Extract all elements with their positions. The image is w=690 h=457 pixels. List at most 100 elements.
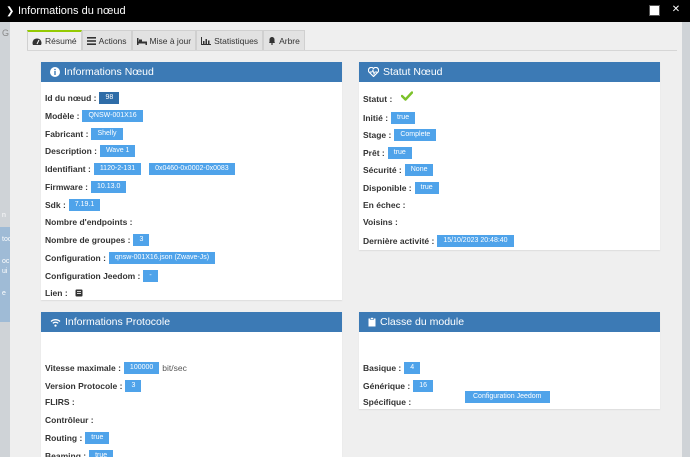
background-page: G n toc oc ui e	[0, 22, 11, 457]
field-label: Routing :	[45, 433, 83, 444]
field-label: Id du nœud :	[45, 93, 97, 103]
chevron-right-icon[interactable]: ❯	[6, 6, 16, 17]
info-row-lien: Lien :	[45, 288, 83, 298]
value-badge: 10.13.0	[91, 181, 127, 193]
value-badge: 3	[133, 234, 150, 247]
tab-tree[interactable]: Arbre	[263, 30, 305, 50]
info-row-nombre-de-groupes: Nombre de groupes :3	[45, 234, 150, 247]
field-label: Spécifique :	[363, 397, 412, 408]
jeedom-config-button[interactable]: Configuration Jeedom	[465, 391, 550, 403]
info-row-initie: Initié : true	[363, 111, 416, 124]
tab-divider	[27, 50, 677, 51]
tab-statistics[interactable]: Statistiques	[196, 30, 264, 50]
field-label: Statut :	[363, 94, 393, 104]
bed-icon	[136, 37, 147, 45]
backdrop-letter: n	[2, 212, 6, 219]
value-badge: 15/10/2023 20:48:40	[437, 234, 514, 247]
panel-title: Classe du module	[380, 316, 465, 328]
tab-label: Statistiques	[214, 35, 259, 46]
tab-label: Actions	[98, 35, 127, 46]
info-row-voisins: Voisins :	[363, 217, 398, 227]
value-badge: QNSW-001X16	[82, 109, 143, 122]
value-badge: 4	[404, 362, 421, 374]
field-label: En échec :	[363, 199, 406, 210]
field-label: Configuration :	[45, 253, 106, 264]
info-row-id-du-n-ud: Id du nœud :98	[45, 92, 120, 104]
background-page-right	[682, 22, 690, 457]
protocol-panel: Informations Protocole Vitesse maximale …	[41, 312, 342, 457]
panel-header: Classe du module	[359, 312, 660, 332]
field-label: Sdk :	[45, 199, 66, 210]
backdrop-letter: G	[2, 28, 10, 38]
node-info-modal: Résumé Actions Mise à jour Statistiques …	[10, 22, 682, 457]
field-label: Fabricant :	[45, 128, 89, 139]
field-label: Beaming :	[45, 451, 87, 457]
info-row-identifiant: Identifiant :1120-2-131 0x0460-0x0002-0x0…	[45, 163, 235, 176]
book-icon[interactable]	[75, 289, 83, 297]
field-label: Version Protocole :	[45, 380, 123, 391]
bar-chart-icon	[201, 36, 212, 45]
field-label: Configuration Jeedom :	[45, 271, 141, 281]
panel-header: Statut Nœud	[359, 62, 660, 82]
maximize-button[interactable]	[649, 5, 660, 16]
info-row-vitesse-maximale: Vitesse maximale :100000 bit/sec	[45, 362, 187, 374]
tab-resume[interactable]: Résumé	[27, 30, 82, 50]
value-badge: Shelly	[91, 127, 123, 140]
field-label: Contrôleur :	[45, 414, 94, 425]
field-label: Stage :	[363, 130, 392, 141]
info-row-modele: Modèle : QNSW-001X16	[45, 109, 143, 122]
field-label: Générique :	[363, 380, 411, 391]
info-row-stage: Stage : Complete	[363, 129, 437, 142]
clipboard-icon	[368, 317, 376, 327]
info-row-statut: Statut :	[363, 94, 392, 104]
value-badge: 1120-2-131	[93, 163, 142, 176]
field-label: Prêt :	[363, 147, 385, 158]
info-row-derniere-activite: Dernière activité :15/10/2023 20:48:40	[363, 234, 514, 247]
value-badge: 98	[99, 92, 120, 104]
node-info-panel: Informations Nœud Id du nœud :98 Modèle :…	[41, 62, 342, 300]
unit-label: bit/sec	[162, 363, 187, 373]
tab-update[interactable]: Mise à jour	[131, 30, 197, 50]
info-row-basique: Basique :4	[363, 362, 421, 374]
info-row-disponible: Disponible : true	[363, 182, 439, 194]
tab-bar: Résumé Actions Mise à jour Statistiques …	[27, 30, 305, 50]
value-badge: qnsw-001X16.json (Zwave-Js)	[108, 252, 216, 265]
bell-icon	[269, 37, 276, 45]
field-label: Basique :	[363, 363, 402, 373]
value-badge: 16	[413, 379, 434, 392]
node-status-panel: Statut Nœud Statut : Initié : true Stage :C…	[359, 62, 660, 250]
field-label: Lien :	[45, 287, 68, 298]
field-label: Initié :	[363, 112, 389, 123]
tab-label: Résumé	[45, 36, 77, 46]
info-row-version-protocole: Version Protocole :3	[45, 379, 142, 392]
value-badge: 0x0460-0x0002-0x0083	[149, 163, 235, 176]
field-label: Nombre d'endpoints :	[45, 216, 133, 227]
value-badge: true	[85, 432, 110, 445]
value-badge: -	[143, 270, 158, 282]
field-label: Voisins :	[363, 217, 398, 228]
value-badge: true	[391, 111, 416, 124]
info-row-en-echec: En échec :	[363, 200, 406, 210]
value-badge: 7.19.1	[68, 198, 101, 211]
value-badge: 100000	[123, 362, 160, 374]
info-row-routing: Routing : true	[45, 432, 110, 445]
info-row-securite: Sécurité : None	[363, 164, 434, 177]
tab-actions[interactable]: Actions	[81, 30, 132, 50]
info-row-beaming: Beaming : true	[45, 450, 114, 457]
panel-header: Informations Nœud	[41, 62, 342, 82]
info-row-flirs: FLIRS :	[45, 397, 75, 407]
panel-title: Informations Nœud	[64, 66, 154, 78]
value-badge: true	[387, 146, 412, 159]
module-class-panel: Classe du module Basique :4 Générique :16…	[359, 312, 660, 409]
value-badge: Wave 1	[99, 145, 136, 158]
field-label: FLIRS :	[45, 397, 75, 408]
wifi-icon	[50, 318, 61, 327]
close-icon[interactable]: ✕	[670, 4, 682, 16]
field-label: Description :	[45, 146, 97, 157]
tab-label: Mise à jour	[149, 35, 192, 46]
value-badge: 3	[125, 379, 142, 392]
info-row-specifique: Spécifique :	[363, 397, 411, 407]
info-row-nombre-d-endpoints: Nombre d'endpoints :	[45, 217, 133, 227]
info-row-configuration-jeedom: Configuration Jeedom :-	[45, 270, 158, 282]
field-label: Vitesse maximale :	[45, 363, 121, 373]
